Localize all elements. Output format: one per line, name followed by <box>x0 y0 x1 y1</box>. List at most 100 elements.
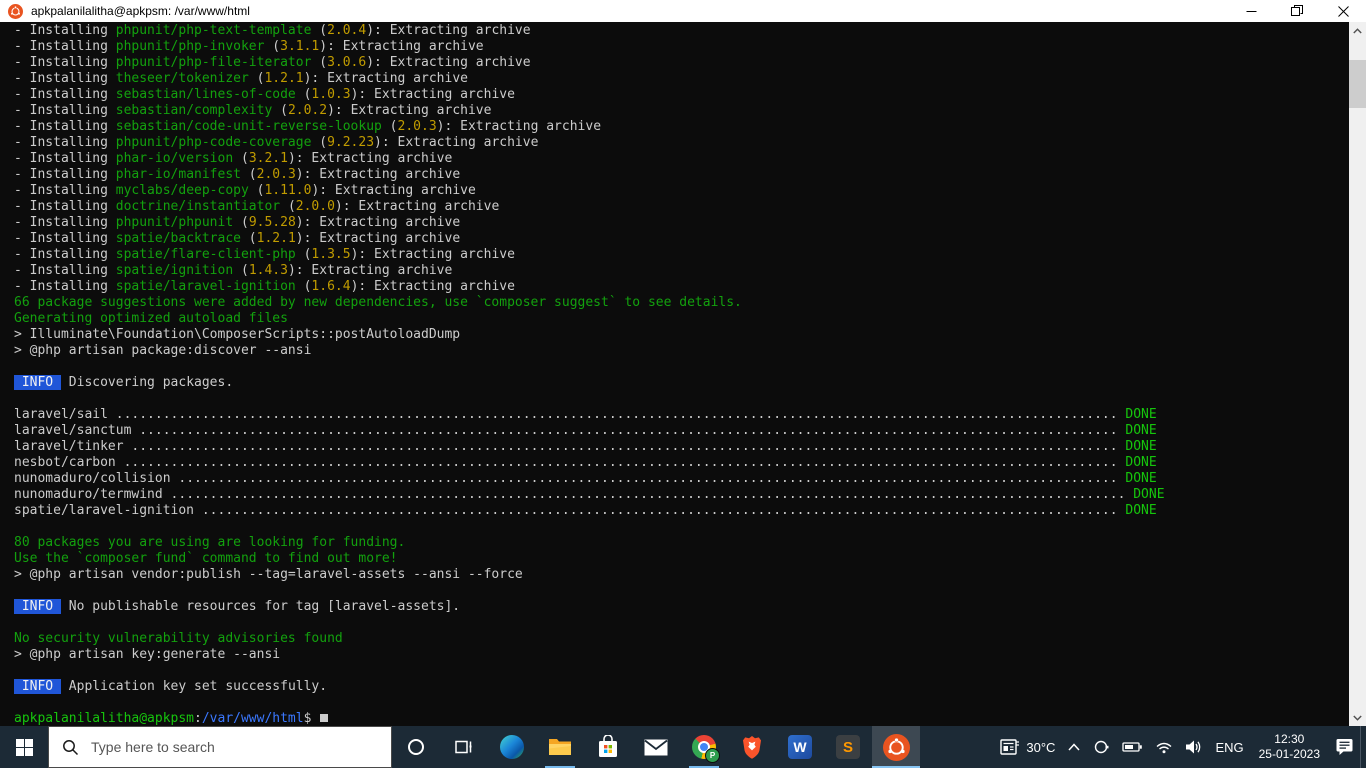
taskbar-app-mail[interactable] <box>632 726 680 768</box>
language-indicator[interactable]: ENG <box>1209 726 1249 768</box>
terminal-text: ): Extracting archive <box>350 279 515 294</box>
terminal-text: - Installing <box>14 247 116 262</box>
package-version: 1.2.1 <box>256 231 296 246</box>
terminal-text: - Installing <box>14 87 116 102</box>
terminal-text: No security vulnerability advisories fou… <box>14 631 343 646</box>
action-center-button[interactable] <box>1329 726 1360 768</box>
terminal-line: - Installing spatie/flare-client-php (1.… <box>14 247 1349 263</box>
taskbar-app-brave[interactable] <box>728 726 776 768</box>
temperature-label: 30°C <box>1026 739 1056 755</box>
terminal-line: > Illuminate\Foundation\ComposerScripts:… <box>14 327 1349 343</box>
taskbar-app-file-explorer[interactable] <box>536 726 584 768</box>
search-input[interactable] <box>89 738 391 756</box>
taskbar-app-word[interactable]: W <box>776 726 824 768</box>
start-button[interactable] <box>0 726 48 768</box>
package-version: 3.1.1 <box>280 39 320 54</box>
terminal-text: $ <box>303 711 320 726</box>
package-name: doctrine/instantiator <box>115 199 281 214</box>
chrome-profile-badge: P <box>705 748 720 763</box>
package-version: 1.0.3 <box>311 87 351 102</box>
language-label: ENG <box>1215 739 1244 755</box>
terminal-line: Generating optimized autoload files <box>14 311 1349 327</box>
terminal-output: - Installing phpunit/php-text-template (… <box>0 22 1349 726</box>
package-version: 9.2.23 <box>327 135 375 150</box>
taskbar-app-chrome[interactable]: P <box>680 726 728 768</box>
show-hidden-icons-button[interactable] <box>1061 726 1087 768</box>
terminal-text: ): Extracting archive <box>319 39 484 54</box>
package-name: laravel/tinker <box>14 439 124 454</box>
tray-status-icon[interactable] <box>1087 726 1116 768</box>
terminal-line: - Installing phar-io/version (3.2.1): Ex… <box>14 151 1349 167</box>
scrollbar-down-arrow[interactable] <box>1349 709 1366 726</box>
terminal-line: nunomaduro/termwind ....................… <box>14 487 1349 503</box>
restore-button[interactable] <box>1274 0 1320 22</box>
terminal-line: No security vulnerability advisories fou… <box>14 631 1349 647</box>
package-name: phar-io/version <box>115 151 234 166</box>
package-name: sebastian/lines-of-code <box>115 87 296 102</box>
terminal-text: ): Extracting archive <box>436 119 602 134</box>
wifi-icon <box>1156 742 1172 754</box>
terminal-text: ( <box>381 119 398 134</box>
volume-indicator[interactable] <box>1179 726 1209 768</box>
package-name: sebastian/code-unit-reverse-lookup <box>115 119 382 134</box>
scrollbar-up-arrow[interactable] <box>1349 22 1366 39</box>
minimize-button[interactable] <box>1228 0 1274 22</box>
taskbar-app-ubuntu-terminal[interactable] <box>872 726 920 768</box>
terminal-line: - Installing phpunit/php-file-iterator (… <box>14 55 1349 71</box>
terminal-text: ( <box>280 199 296 214</box>
terminal-text: ( <box>295 87 312 102</box>
terminal-line: laravel/sanctum ........................… <box>14 423 1349 439</box>
dots-leader: ........................................… <box>131 423 1126 438</box>
terminal-text: ): Extracting archive <box>366 23 531 38</box>
window-controls <box>1228 0 1366 22</box>
windows-logo-icon <box>15 738 33 756</box>
terminal-text: - Installing <box>14 119 116 134</box>
clock[interactable]: 12:30 25-01-2023 <box>1250 726 1329 768</box>
terminal-text: - Installing <box>14 71 116 86</box>
terminal-line: laravel/sail ...........................… <box>14 407 1349 423</box>
weather-widget[interactable]: 30°C <box>994 726 1061 768</box>
taskbar-app-edge[interactable] <box>488 726 536 768</box>
battery-indicator[interactable] <box>1116 726 1149 768</box>
package-version: 1.2.1 <box>264 71 304 86</box>
desktop-screen: apkpalanilalitha@apkpsm: /var/www/html -… <box>0 0 1366 768</box>
terminal-text: No publishable resources for tag [larave… <box>60 599 461 614</box>
wifi-indicator[interactable] <box>1149 726 1179 768</box>
terminal-line: laravel/tinker .........................… <box>14 439 1349 455</box>
status-done: DONE <box>1125 503 1157 518</box>
terminal-text: ): Extracting archive <box>374 135 539 150</box>
show-desktop-button[interactable] <box>1360 726 1366 768</box>
terminal-text: Generating optimized autoload files <box>14 311 288 326</box>
terminal-text: ): Extracting archive <box>350 87 515 102</box>
taskbar-app-sublime-text[interactable]: S <box>824 726 872 768</box>
cortana-button[interactable] <box>392 726 440 768</box>
terminal-text: > Illuminate\Foundation\ComposerScripts:… <box>14 327 461 342</box>
taskbar-search[interactable] <box>48 726 392 768</box>
taskbar: P W S <box>0 726 1366 768</box>
terminal-line: nunomaduro/collision ...................… <box>14 471 1349 487</box>
package-version: 1.11.0 <box>264 183 312 198</box>
close-button[interactable] <box>1320 0 1366 22</box>
terminal-scrollbar[interactable] <box>1349 22 1366 726</box>
prompt-path: /var/www/html <box>201 711 304 726</box>
scrollbar-thumb[interactable] <box>1349 60 1366 108</box>
terminal-line: - Installing doctrine/instantiator (2.0.… <box>14 199 1349 215</box>
info-badge: INFO <box>14 375 61 390</box>
status-done: DONE <box>1125 407 1157 422</box>
terminal-line: - Installing phpunit/php-code-coverage (… <box>14 135 1349 151</box>
terminal-line: - Installing spatie/laravel-ignition (1.… <box>14 279 1349 295</box>
time-label: 12:30 <box>1274 732 1305 746</box>
package-name: phpunit/php-code-coverage <box>115 135 312 150</box>
task-view-button[interactable] <box>440 726 488 768</box>
dots-leader: ........................................… <box>115 455 1126 470</box>
info-badge: INFO <box>14 599 61 614</box>
terminal-text: - Installing <box>14 151 116 166</box>
terminal-line: - Installing theseer/tokenizer (1.2.1): … <box>14 71 1349 87</box>
terminal-line: - Installing phpunit/phpunit (9.5.28): E… <box>14 215 1349 231</box>
taskbar-app-microsoft-store[interactable] <box>584 726 632 768</box>
edge-icon <box>500 735 524 759</box>
restore-icon <box>1291 5 1303 16</box>
